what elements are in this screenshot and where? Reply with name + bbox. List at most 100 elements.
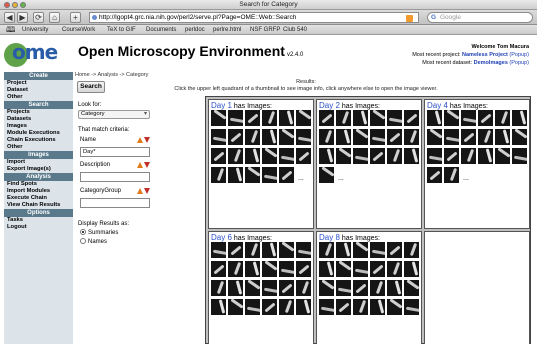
google-search-input[interactable]: G Google <box>427 12 533 23</box>
image-thumbnail[interactable] <box>296 261 311 277</box>
category-link[interactable]: Day 4 <box>427 101 448 110</box>
image-thumbnail[interactable] <box>245 129 260 145</box>
radio-icon[interactable] <box>80 238 86 244</box>
image-thumbnail[interactable] <box>296 242 311 258</box>
image-thumbnail[interactable] <box>211 129 226 145</box>
sort-up-icon[interactable] <box>137 162 143 168</box>
image-thumbnail[interactable] <box>353 261 368 277</box>
sidebar-item-logout[interactable]: Logout <box>4 224 73 231</box>
recent-dataset-link[interactable]: DemoImages <box>474 60 508 66</box>
sidebar-item-datasets[interactable]: Datasets <box>4 116 73 123</box>
image-thumbnail[interactable] <box>262 261 277 277</box>
sort-up-icon[interactable] <box>137 188 143 194</box>
image-thumbnail[interactable] <box>279 261 294 277</box>
image-thumbnail[interactable] <box>211 299 226 315</box>
description-input[interactable] <box>80 172 150 182</box>
image-thumbnail[interactable] <box>461 110 476 126</box>
image-thumbnail[interactable] <box>245 148 260 164</box>
option-summaries[interactable]: Summaries <box>80 229 118 236</box>
look-for-select[interactable]: Category <box>78 110 150 119</box>
sidebar-item-module-executions[interactable]: Module Executions <box>4 130 73 137</box>
image-thumbnail[interactable] <box>387 148 402 164</box>
more-ellipsis[interactable]: ... <box>298 175 304 182</box>
image-thumbnail[interactable] <box>495 110 510 126</box>
image-thumbnail[interactable] <box>444 148 459 164</box>
image-thumbnail[interactable] <box>512 110 527 126</box>
image-thumbnail[interactable] <box>353 148 368 164</box>
category-link[interactable]: Day 6 <box>211 233 232 242</box>
image-thumbnail[interactable] <box>319 110 334 126</box>
image-thumbnail[interactable] <box>444 110 459 126</box>
image-thumbnail[interactable] <box>404 110 419 126</box>
image-thumbnail[interactable] <box>262 110 277 126</box>
address-bar[interactable]: http://lgopt4.grc.nia.nih.gov/perl2/serv… <box>89 12 419 23</box>
image-thumbnail[interactable] <box>262 167 277 183</box>
sort-down-icon[interactable] <box>144 137 150 143</box>
sort-down-icon[interactable] <box>144 188 150 194</box>
image-thumbnail[interactable] <box>478 110 493 126</box>
image-thumbnail[interactable] <box>512 129 527 145</box>
image-thumbnail[interactable] <box>353 110 368 126</box>
image-thumbnail[interactable] <box>387 280 402 296</box>
image-thumbnail[interactable] <box>444 129 459 145</box>
sidebar-item-export-image-s[interactable]: Export Image(s) <box>4 166 73 173</box>
image-thumbnail[interactable] <box>211 148 226 164</box>
recent-project-link[interactable]: Nameless Project <box>462 52 508 58</box>
image-thumbnail[interactable] <box>404 129 419 145</box>
image-thumbnail[interactable] <box>211 167 226 183</box>
image-thumbnail[interactable] <box>387 110 402 126</box>
sidebar-item-execute-chain[interactable]: Execute Chain <box>4 195 73 202</box>
image-thumbnail[interactable] <box>319 242 334 258</box>
image-thumbnail[interactable] <box>336 299 351 315</box>
forward-icon[interactable]: ▶ <box>17 12 28 23</box>
image-thumbnail[interactable] <box>296 148 311 164</box>
bookmark-item[interactable]: TeX to GIF <box>107 25 136 35</box>
image-thumbnail[interactable] <box>427 110 442 126</box>
bookmark-item[interactable]: CourseWork <box>62 25 95 35</box>
image-thumbnail[interactable] <box>370 148 385 164</box>
image-thumbnail[interactable] <box>336 280 351 296</box>
bookmark-item[interactable]: perlre.html <box>213 25 241 35</box>
home-icon[interactable]: ⌂ <box>49 12 60 23</box>
bookmark-item[interactable]: Documents <box>146 25 176 35</box>
image-thumbnail[interactable] <box>279 242 294 258</box>
image-thumbnail[interactable] <box>353 280 368 296</box>
image-thumbnail[interactable] <box>404 148 419 164</box>
radio-selected-icon[interactable] <box>80 229 86 235</box>
image-thumbnail[interactable] <box>353 299 368 315</box>
breadcrumb[interactable]: Home -> Analysis -> Category <box>75 71 537 79</box>
image-thumbnail[interactable] <box>370 299 385 315</box>
image-thumbnail[interactable] <box>262 129 277 145</box>
image-thumbnail[interactable] <box>319 261 334 277</box>
image-thumbnail[interactable] <box>279 110 294 126</box>
image-thumbnail[interactable] <box>228 148 243 164</box>
add-bookmark-icon[interactable]: + <box>70 12 81 23</box>
image-thumbnail[interactable] <box>279 167 294 183</box>
search-button[interactable]: Search <box>77 81 105 93</box>
image-thumbnail[interactable] <box>319 167 334 183</box>
sidebar-item-import-modules[interactable]: Import Modules <box>4 188 73 195</box>
image-thumbnail[interactable] <box>245 242 260 258</box>
image-thumbnail[interactable] <box>279 299 294 315</box>
image-thumbnail[interactable] <box>262 148 277 164</box>
sidebar-item-import[interactable]: Import <box>4 159 73 166</box>
sidebar-item-project[interactable]: Project <box>4 80 73 87</box>
image-thumbnail[interactable] <box>211 110 226 126</box>
image-thumbnail[interactable] <box>461 148 476 164</box>
image-thumbnail[interactable] <box>211 280 226 296</box>
image-thumbnail[interactable] <box>319 129 334 145</box>
image-thumbnail[interactable] <box>228 110 243 126</box>
image-thumbnail[interactable] <box>211 261 226 277</box>
description-sort-arrows[interactable] <box>137 162 151 170</box>
image-thumbnail[interactable] <box>262 299 277 315</box>
image-thumbnail[interactable] <box>279 280 294 296</box>
recent-project-popup[interactable]: (Popup) <box>509 52 529 58</box>
image-thumbnail[interactable] <box>336 148 351 164</box>
image-thumbnail[interactable] <box>353 242 368 258</box>
image-thumbnail[interactable] <box>336 110 351 126</box>
image-thumbnail[interactable] <box>370 242 385 258</box>
image-thumbnail[interactable] <box>427 148 442 164</box>
image-thumbnail[interactable] <box>336 261 351 277</box>
image-thumbnail[interactable] <box>336 242 351 258</box>
image-thumbnail[interactable] <box>228 242 243 258</box>
